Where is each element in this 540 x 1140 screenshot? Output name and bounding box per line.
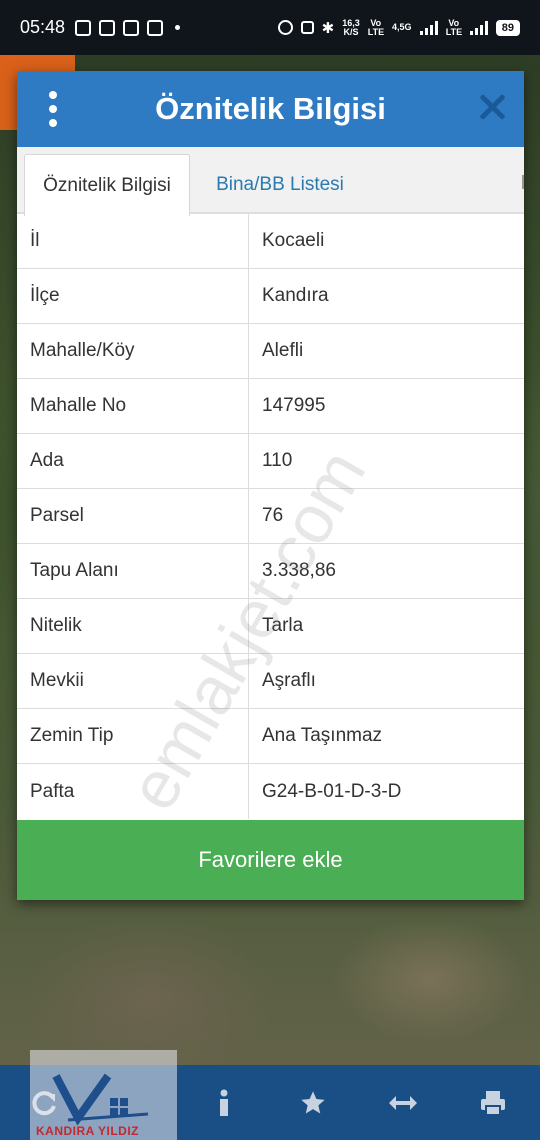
lte-indicator-1: Vo LTE — [367, 17, 385, 37]
table-row: Mevkii Aşraflı — [17, 654, 524, 709]
menu-dot-icon — [49, 105, 57, 113]
row-key: Parsel — [17, 489, 249, 543]
row-value: 147995 — [262, 395, 326, 416]
dialog-title: Öznitelik Bilgisi — [155, 91, 386, 126]
table-row: Zemin Tip Ana Taşınmaz — [17, 709, 524, 764]
lte-indicator-3: Vo LTE — [445, 17, 463, 37]
table-row: Tapu Alanı 3.338,86 — [17, 544, 524, 599]
row-key: Mahalle No — [17, 379, 249, 433]
row-key: İlçe — [17, 269, 249, 323]
dialog-header: Öznitelik Bilgisi — [17, 71, 524, 147]
row-value: Kandıra — [262, 285, 329, 306]
row-key: Ada — [17, 434, 249, 488]
row-value: G24-B-01-D-3-D — [262, 780, 402, 802]
row-key: Mahalle/Köy — [17, 324, 249, 378]
logo-text: KANDIRA YILDIZ — [36, 1124, 139, 1138]
notification-icons — [75, 19, 181, 36]
row-key: Tapu Alanı — [17, 544, 249, 598]
table-row: Pafta G24-B-01-D-3-D — [17, 764, 524, 819]
table-row: Mahalle No 147995 — [17, 379, 524, 434]
status-bar: 05:48 ✱ 16,3 K/S Vo LTE 4,5G Vo LTE 89 — [0, 0, 540, 55]
table-row: Nitelik Tarla — [17, 599, 524, 654]
tab-scroll-indicator — [520, 175, 524, 189]
alarm-icon — [277, 20, 293, 35]
table-row: Ada 110 — [17, 434, 524, 489]
battery-icon: 89 — [495, 19, 520, 36]
info-icon[interactable] — [204, 1085, 244, 1121]
row-value: Tarla — [262, 615, 304, 636]
logo-overlay: KANDIRA YILDIZ — [30, 1050, 177, 1140]
table-row: Mahalle/Köy Alefli — [17, 324, 524, 379]
nfc-icon — [300, 21, 314, 34]
menu-dot-icon — [49, 119, 57, 127]
net-speed-unit: K/S — [343, 26, 359, 37]
menu-dot-icon — [49, 91, 57, 99]
net-speed: 16,3 K/S — [342, 18, 360, 37]
s-app-icon — [147, 19, 164, 36]
dropbox-icon — [123, 19, 140, 36]
tab-bar: Öznitelik Bilgisi Bina/BB Listesi — [17, 147, 524, 216]
print-icon[interactable] — [473, 1085, 513, 1121]
close-button[interactable] — [478, 93, 506, 121]
logo-mark-icon — [52, 1073, 149, 1126]
row-value: Ana Taşınmaz — [262, 725, 383, 746]
arrows-icon[interactable] — [383, 1085, 423, 1121]
lte-indicator-2: 4,5G — [391, 22, 412, 32]
row-key: Nitelik — [17, 599, 249, 653]
row-value: Kocaeli — [262, 230, 325, 251]
row-value: 3.338,86 — [262, 560, 336, 581]
attribute-table: İl Kocaeli İlçe Kandıra Mahalle/Köy Alefli … — [17, 214, 524, 819]
table-row: Parsel 76 — [17, 489, 524, 544]
row-value: 110 — [262, 450, 293, 471]
bluetooth-icon: ✱ — [321, 18, 335, 37]
status-time: 05:48 — [20, 17, 66, 37]
more-dot-icon — [175, 25, 181, 30]
row-key: Pafta — [17, 764, 249, 819]
instagram-icon — [75, 19, 92, 36]
status-right: ✱ 16,3 K/S Vo LTE 4,5G Vo LTE 89 — [277, 17, 520, 37]
menu-button[interactable] — [43, 91, 63, 127]
row-key: İl — [17, 214, 249, 268]
row-value: Alefli — [262, 340, 304, 361]
tab-building-list[interactable]: Bina/BB Listesi — [195, 154, 365, 216]
signal-icon — [419, 20, 438, 35]
table-row: İlçe Kandıra — [17, 269, 524, 324]
add-favorite-button[interactable]: Favorilere ekle — [17, 820, 524, 900]
table-row: İl Kocaeli — [17, 214, 524, 269]
attribute-dialog: Öznitelik Bilgisi Öznitelik Bilgisi Bina… — [17, 71, 524, 900]
tab-attribute-info[interactable]: Öznitelik Bilgisi — [24, 154, 190, 216]
star-icon[interactable] — [293, 1085, 333, 1121]
row-key: Zemin Tip — [17, 709, 249, 763]
app-notification-icon — [99, 19, 116, 36]
signal-icon-2 — [469, 20, 488, 35]
row-value: Aşraflı — [262, 670, 316, 691]
row-value: 76 — [262, 505, 284, 526]
row-key: Mevkii — [17, 654, 249, 708]
